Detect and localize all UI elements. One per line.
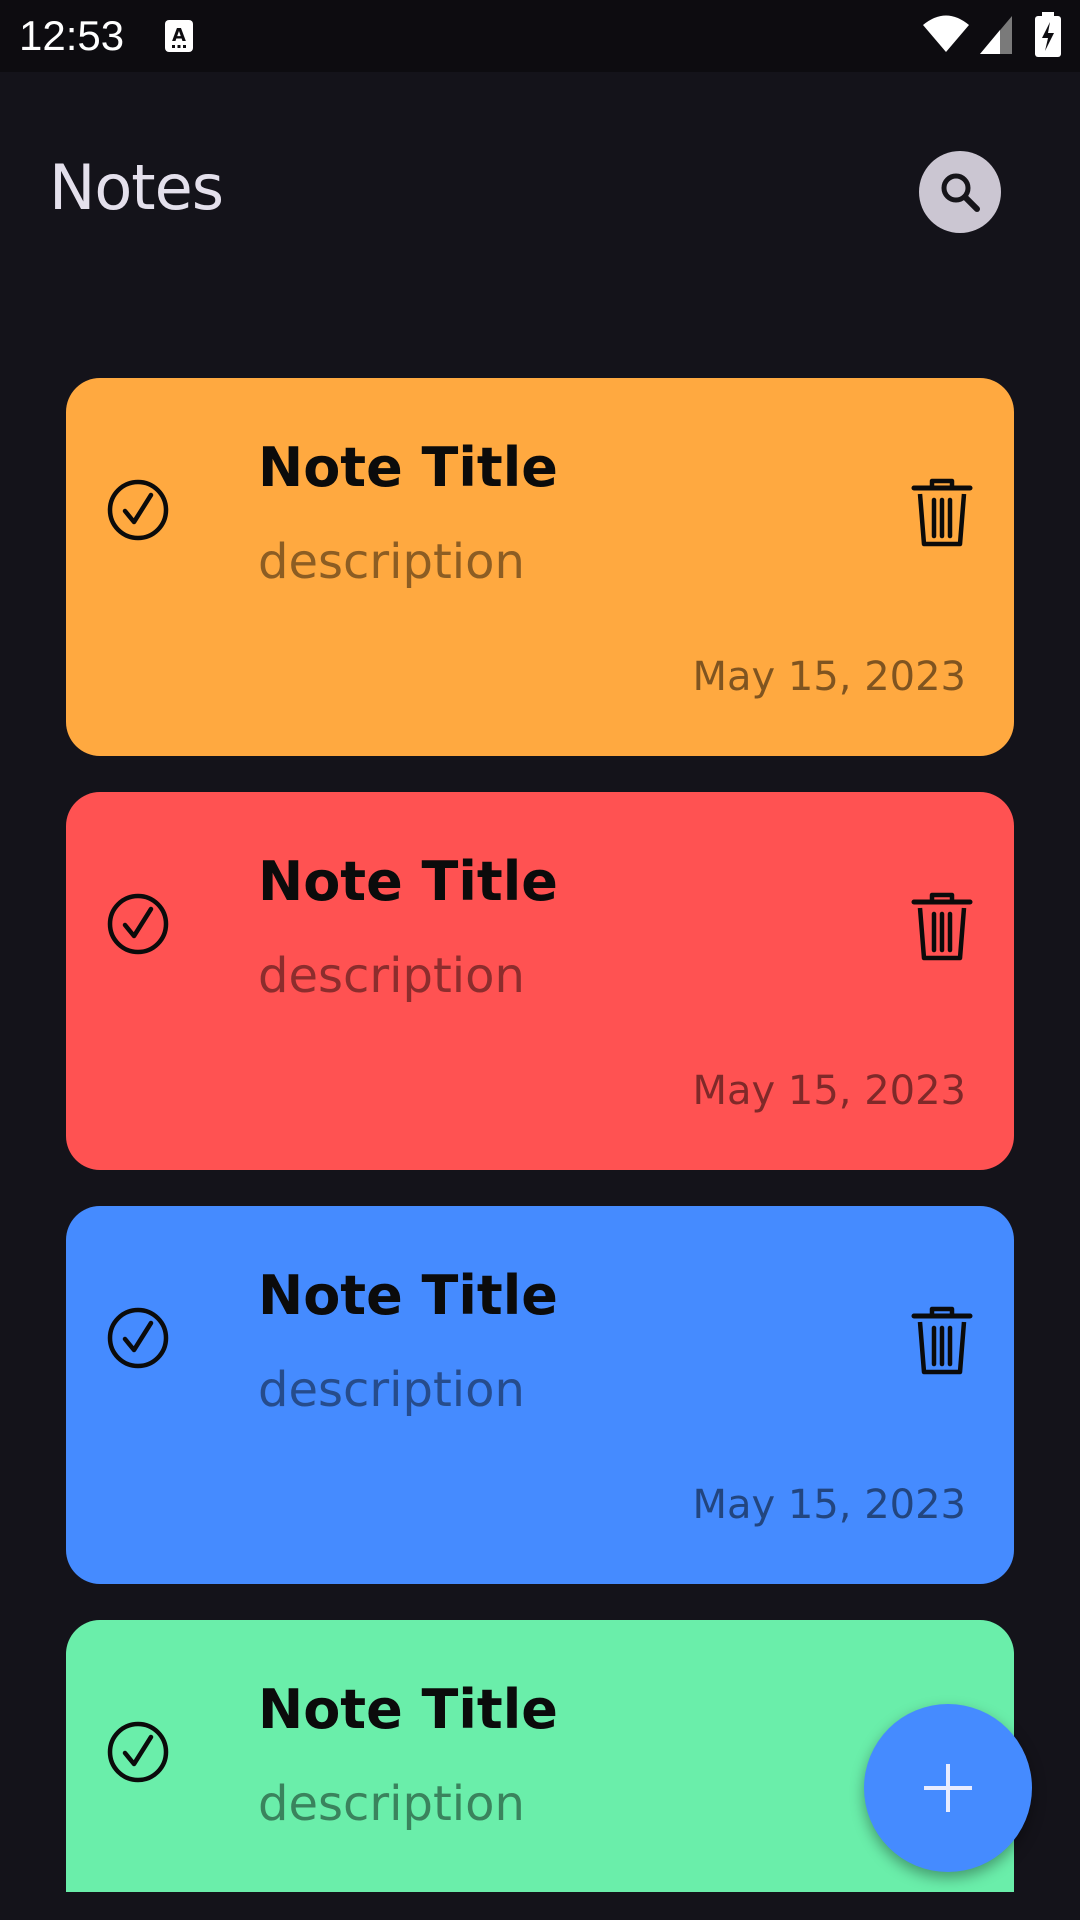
wifi-icon <box>923 15 969 52</box>
status-bar: 12:53 A <box>0 0 1080 72</box>
trash-icon[interactable] <box>910 1306 974 1376</box>
search-button[interactable] <box>919 151 1001 233</box>
svg-text:A: A <box>172 25 186 46</box>
note-card[interactable]: Note Title description May 15, 2023 <box>66 1206 1014 1584</box>
note-date: May 15, 2023 <box>692 1068 966 1114</box>
note-date: May 15, 2023 <box>692 1482 966 1528</box>
notes-screen: 12:53 A Notes Note Title description May… <box>0 0 1080 1920</box>
trash-icon[interactable] <box>910 478 974 548</box>
check-circle-icon[interactable] <box>106 478 170 542</box>
trash-icon[interactable] <box>910 892 974 962</box>
note-description: description <box>258 534 525 590</box>
note-date: May 15, 2023 <box>692 654 966 700</box>
note-title: Note Title <box>258 1264 558 1327</box>
note-description: description <box>258 1362 525 1418</box>
note-card[interactable]: Note Title description May 15, 2023 <box>66 378 1014 756</box>
note-title: Note Title <box>258 1678 558 1741</box>
page-title: Notes <box>49 151 224 224</box>
note-card[interactable]: Note Title description May 15, 2023 <box>66 792 1014 1170</box>
note-title: Note Title <box>258 436 558 499</box>
add-note-button[interactable] <box>864 1704 1032 1872</box>
note-description: description <box>258 948 525 1004</box>
note-title: Note Title <box>258 850 558 913</box>
plus-icon <box>924 1764 972 1812</box>
check-circle-icon[interactable] <box>106 1306 170 1370</box>
note-description: description <box>258 1776 525 1832</box>
battery-charging-icon <box>1035 12 1061 57</box>
signal-icon <box>980 16 1012 54</box>
check-circle-icon[interactable] <box>106 892 170 956</box>
status-time: 12:53 <box>19 12 125 59</box>
a-notification-icon: A <box>165 20 193 52</box>
check-circle-icon[interactable] <box>106 1720 170 1784</box>
search-icon <box>941 173 980 212</box>
